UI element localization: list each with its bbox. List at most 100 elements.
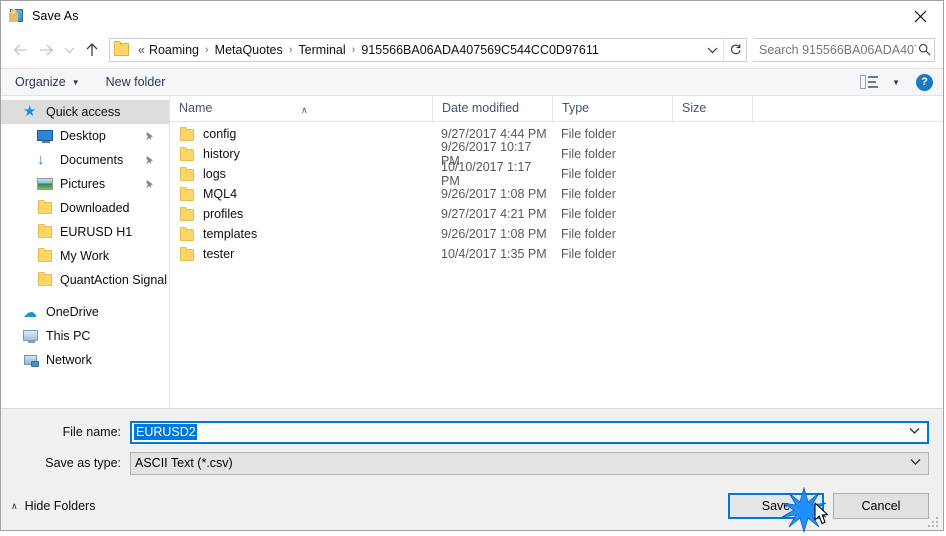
search-input[interactable]: Search 915566BA06ADA40756... — [753, 43, 916, 57]
resize-grip[interactable] — [928, 515, 940, 527]
search-icon[interactable] — [916, 43, 934, 56]
folder-icon — [179, 247, 195, 261]
up-button[interactable] — [79, 37, 105, 63]
sidebar-item-label: Network — [46, 353, 92, 367]
file-name-row: File name: EURUSD2 — [15, 420, 929, 444]
chevron-down-icon: ▼ — [71, 77, 80, 87]
recent-locations-button[interactable] — [59, 37, 79, 63]
file-date-cell: 9/26/2017 1:08 PM — [441, 187, 547, 201]
sidebar-item-documents[interactable]: ↓ Documents — [1, 148, 169, 172]
table-row[interactable]: logs 10/10/2017 1:17 PM File folder — [170, 160, 943, 188]
new-folder-label: New folder — [105, 75, 166, 89]
file-name-cell: logs — [170, 167, 432, 181]
file-type-cell: File folder — [561, 227, 616, 241]
sidebar-item-eurusd-h1[interactable]: EURUSD H1 — [1, 220, 169, 244]
sidebar-item-label: QuantAction Signal — [60, 273, 168, 287]
sidebar-item-label: Downloaded — [60, 201, 130, 215]
help-icon[interactable]: ? — [916, 73, 933, 91]
pin-icon[interactable] — [144, 179, 155, 190]
back-button[interactable] — [7, 37, 33, 63]
sidebar-item-pictures[interactable]: Pictures — [1, 172, 169, 196]
file-name-cell: templates — [170, 227, 432, 241]
folder-icon — [179, 127, 195, 141]
file-date-cell: 10/10/2017 1:17 PM — [441, 160, 532, 188]
sidebar-item-quantaction-signal[interactable]: QuantAction Signal — [1, 268, 169, 292]
network-icon — [23, 352, 39, 368]
table-row[interactable]: history 9/26/2017 10:17 PM File folder — [170, 140, 943, 168]
navigation-bar: « Roaming › MetaQuotes › Terminal › 9155… — [1, 31, 943, 68]
folder-icon — [179, 187, 195, 201]
pin-icon[interactable] — [144, 131, 155, 142]
dialog-footer: ∧ Hide Folders Save Cancel — [1, 482, 943, 530]
table-row[interactable]: templates 9/26/2017 1:08 PM File folder — [170, 224, 943, 244]
file-name-text: MQL4 — [203, 187, 238, 201]
cancel-button[interactable]: Cancel — [833, 493, 929, 519]
table-row[interactable]: MQL4 9/26/2017 1:08 PM File folder — [170, 184, 943, 204]
search-box[interactable]: Search 915566BA06ADA40756... — [753, 37, 935, 62]
sidebar-item-label: Pictures — [60, 177, 106, 191]
organize-label: Organize — [15, 75, 66, 89]
sidebar-item-label: Documents — [60, 153, 124, 167]
file-type-cell: File folder — [561, 207, 616, 221]
file-name-cell: MQL4 — [170, 187, 432, 201]
folder-icon — [37, 200, 53, 216]
breadcrumb-item-terminal[interactable]: Terminal — [295, 41, 348, 59]
sidebar-item-label: Quick access — [46, 105, 121, 119]
chevron-down-icon[interactable] — [701, 39, 723, 61]
view-mode-button[interactable]: ▼ — [860, 75, 900, 89]
breadcrumb-item-roaming[interactable]: Roaming — [146, 41, 202, 59]
table-row[interactable]: config 9/27/2017 4:44 PM File folder — [170, 124, 943, 144]
column-header-name[interactable]: Name ∧ — [170, 96, 432, 121]
this-pc-icon — [23, 328, 39, 344]
save-as-icon — [9, 8, 25, 24]
breadcrumb-item-metaquotes[interactable]: MetaQuotes — [212, 41, 286, 59]
sidebar-item-onedrive[interactable]: ☁ OneDrive — [1, 300, 169, 324]
new-folder-button[interactable]: New folder — [106, 75, 166, 89]
close-icon[interactable] — [897, 1, 943, 31]
file-name-cell: tester — [170, 247, 432, 261]
window-title: Save As — [32, 9, 79, 23]
file-type-cell: File folder — [561, 127, 616, 141]
save-button[interactable]: Save — [728, 493, 824, 519]
sidebar-item-my-work[interactable]: My Work — [1, 244, 169, 268]
address-bar[interactable]: « Roaming › MetaQuotes › Terminal › 9155… — [109, 37, 747, 62]
chevron-down-icon[interactable] — [910, 458, 921, 469]
file-name-label: File name: — [62, 425, 121, 439]
sidebar-item-network[interactable]: Network — [1, 348, 169, 372]
organize-button[interactable]: Organize ▼ — [15, 75, 80, 89]
table-row[interactable]: profiles 9/27/2017 4:21 PM File folder — [170, 204, 943, 224]
sidebar-item-quick-access[interactable]: ★ Quick access — [1, 100, 169, 124]
save-as-type-select[interactable]: ASCII Text (*.csv) — [130, 451, 929, 475]
breadcrumb-separator: › — [351, 43, 356, 56]
table-row[interactable]: tester 10/4/2017 1:35 PM File folder — [170, 244, 943, 264]
file-rows: config 9/27/2017 4:44 PM File folder histor… — [170, 122, 943, 408]
breadcrumb-overflow[interactable]: « — [135, 41, 146, 59]
file-name-text: tester — [203, 247, 235, 261]
folder-icon — [179, 227, 195, 241]
sidebar-item-desktop[interactable]: Desktop — [1, 124, 169, 148]
pin-icon[interactable] — [144, 155, 155, 166]
breadcrumb: « Roaming › MetaQuotes › Terminal › 9155… — [135, 41, 701, 59]
hide-folders-button[interactable]: ∧ Hide Folders — [11, 499, 95, 513]
file-type-cell: File folder — [561, 167, 616, 181]
title-bar: Save As — [1, 1, 943, 31]
file-name-text: templates — [203, 227, 258, 241]
file-name-text: profiles — [203, 207, 244, 221]
dialog-body: ★ Quick access Desktop ↓ Documents Pictures Do… — [1, 96, 943, 408]
documents-icon: ↓ — [37, 151, 45, 168]
column-header-size[interactable]: Size — [672, 96, 752, 121]
breadcrumb-separator: › — [288, 43, 293, 56]
hide-folders-label: Hide Folders — [24, 499, 96, 513]
breadcrumb-item-guid[interactable]: 915566BA06ADA407569C544CC0D97611 — [358, 41, 601, 59]
chevron-down-icon[interactable] — [909, 427, 920, 438]
sidebar-item-downloaded[interactable]: Downloaded — [1, 196, 169, 220]
file-name-input[interactable]: EURUSD2 — [130, 420, 929, 444]
folder-icon — [37, 224, 53, 240]
column-header-type[interactable]: Type — [552, 96, 672, 121]
sidebar-item-this-pc[interactable]: This PC — [1, 324, 169, 348]
refresh-icon[interactable] — [723, 38, 746, 61]
column-header-date-modified[interactable]: Date modified — [432, 96, 552, 121]
view-layout-icon — [860, 75, 879, 89]
forward-button[interactable] — [33, 37, 59, 63]
folder-icon — [179, 167, 195, 181]
